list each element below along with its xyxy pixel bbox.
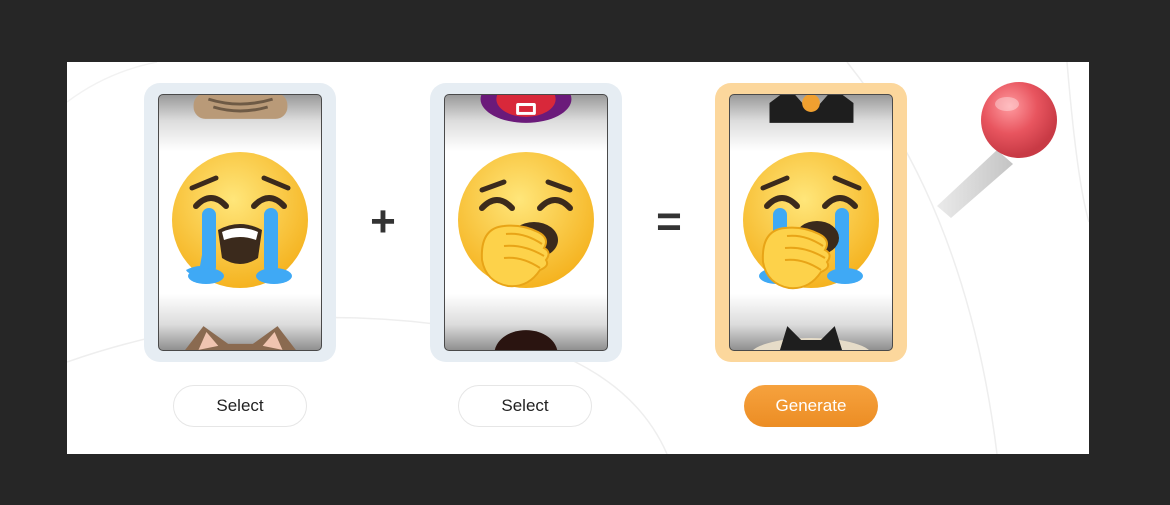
tabby-cat-ears-icon	[185, 326, 296, 350]
black-cat-witch-icon	[769, 95, 854, 123]
loudly-crying-face-icon	[172, 152, 308, 288]
slot-lever-icon[interactable]	[937, 80, 1057, 220]
equals-operator: =	[656, 197, 682, 246]
slot-result-window	[729, 94, 893, 351]
slot-result	[715, 83, 907, 362]
emoji-mixer-panel: + = Select Select Generate	[67, 62, 1089, 454]
slot-first-window	[158, 94, 322, 351]
red-circle-emoji-icon	[480, 95, 572, 123]
select-first-button[interactable]: Select	[173, 385, 307, 427]
slot-second-window	[444, 94, 608, 351]
slot-first[interactable]	[144, 83, 336, 362]
plus-operator: +	[370, 197, 396, 246]
tabby-cat-icon	[193, 95, 288, 119]
generate-button[interactable]: Generate	[744, 385, 878, 427]
dark-round-emoji-icon	[494, 330, 558, 350]
crying-yawning-face-icon	[743, 152, 879, 290]
black-cat-icon	[753, 326, 869, 350]
slot-second[interactable]	[430, 83, 622, 362]
yawning-face-icon	[458, 152, 594, 288]
select-second-button[interactable]: Select	[458, 385, 592, 427]
